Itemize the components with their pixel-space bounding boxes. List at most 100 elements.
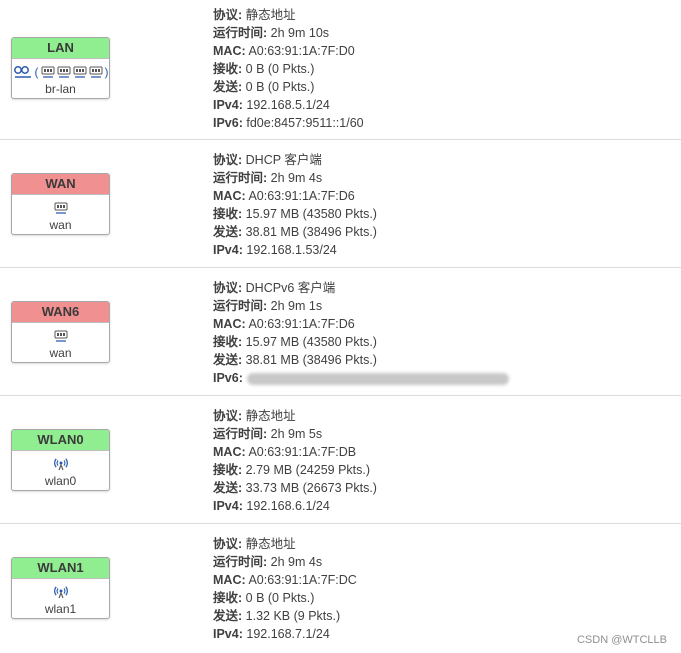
ipv4-value: 192.168.5.1/24 [246, 98, 330, 112]
rx-value: 2.79 MB (24259 Pkts.) [245, 463, 371, 477]
interface-row-lan: LAN ( ) br-lan 协议: 静态地址 运行时间: 2h 9m 10s … [0, 0, 681, 140]
device-name: wan [49, 346, 72, 360]
ipv4-label: IPv4: [213, 499, 243, 513]
device-icons [12, 198, 109, 218]
device-icons: ( ) [12, 62, 109, 82]
ethernet-icon [73, 66, 86, 78]
ipv4-label: IPv4: [213, 627, 243, 641]
tx-label: 发送: [213, 353, 243, 367]
mac-label: MAC: [213, 573, 246, 587]
ipv4-value: 192.168.7.1/24 [246, 627, 330, 641]
uptime-label: 运行时间: [213, 171, 268, 185]
mac-value: A0:63:91:1A:7F:D0 [248, 44, 355, 58]
protocol-value: 静态地址 [245, 8, 296, 22]
mac-label: MAC: [213, 44, 246, 58]
interface-badge-wlan0[interactable]: WLAN0 wlan0 [11, 429, 110, 491]
device-name: wlan1 [44, 602, 77, 616]
interface-name: WLAN0 [12, 430, 109, 451]
mac-value: A0:63:91:1A:7F:DB [248, 445, 357, 459]
ipv4-label: IPv4: [213, 98, 243, 112]
protocol-value: 静态地址 [245, 409, 296, 423]
uptime-label: 运行时间: [213, 427, 268, 441]
device-icons [12, 454, 109, 474]
mac-value: A0:63:91:1A:7F:DC [248, 573, 357, 587]
interface-row-wan6: WAN6 wan 协议: DHCPv6 客户端 运行时间: 2h 9m 1s M… [0, 268, 681, 396]
tx-value: 1.32 KB (9 Pkts.) [245, 609, 341, 623]
ipv6-label: IPv6: [213, 371, 243, 385]
rx-value: 15.97 MB (43580 Pkts.) [245, 207, 377, 221]
wifi-icon [53, 586, 68, 599]
interface-info: 协议: DHCP 客户端 运行时间: 2h 9m 4s MAC: A0:63:9… [213, 151, 377, 259]
ipv6-value: fd0e:8457:9511::1/60 [246, 116, 364, 130]
protocol-label: 协议: [213, 409, 243, 423]
interface-info: 协议: 静态地址 运行时间: 2h 9m 5s MAC: A0:63:91:1A… [213, 407, 377, 515]
interface-name: WAN [12, 174, 109, 195]
rx-label: 接收: [213, 463, 243, 477]
tx-label: 发送: [213, 481, 243, 495]
interface-row-wlan0: WLAN0 wlan0 协议: 静态地址 运行时间: 2h 9m 5s MAC:… [0, 396, 681, 524]
protocol-label: 协议: [213, 537, 243, 551]
interface-name: WLAN1 [12, 558, 109, 579]
uptime-value: 2h 9m 5s [270, 427, 323, 441]
protocol-label: 协议: [213, 281, 243, 295]
uptime-value: 2h 9m 4s [270, 555, 323, 569]
rx-label: 接收: [213, 207, 243, 221]
uptime-label: 运行时间: [213, 299, 268, 313]
tx-label: 发送: [213, 609, 243, 623]
ethernet-icon [57, 66, 70, 78]
device-name: wlan0 [44, 474, 77, 488]
ethernet-icon [41, 66, 54, 78]
tx-value: 0 B (0 Pkts.) [245, 80, 315, 94]
device-name: br-lan [45, 82, 76, 96]
interface-badge-wan[interactable]: WAN wan [11, 173, 110, 235]
rx-label: 接收: [213, 335, 243, 349]
protocol-label: 协议: [213, 153, 243, 167]
tx-value: 33.73 MB (26673 Pkts.) [245, 481, 377, 495]
ipv4-label: IPv4: [213, 243, 243, 257]
ethernet-icon [54, 330, 67, 342]
mac-label: MAC: [213, 189, 246, 203]
mac-value: A0:63:91:1A:7F:D6 [248, 317, 355, 331]
ethernet-icon [89, 66, 102, 78]
interface-name: LAN [12, 38, 109, 59]
interface-name: WAN6 [12, 302, 109, 323]
tx-value: 38.81 MB (38496 Pkts.) [245, 225, 377, 239]
rx-value: 0 B (0 Pkts.) [245, 62, 315, 76]
interface-info: 协议: 静态地址 运行时间: 2h 9m 10s MAC: A0:63:91:1… [213, 6, 364, 132]
uptime-value: 2h 9m 10s [270, 26, 330, 40]
interface-badge-wlan1[interactable]: WLAN1 wlan1 [11, 557, 110, 619]
device-icons [12, 582, 109, 602]
uptime-label: 运行时间: [213, 26, 268, 40]
watermark: CSDN @WTCLLB [576, 634, 667, 646]
interface-badge-lan[interactable]: LAN ( ) br-lan [11, 37, 110, 99]
ipv4-value: 192.168.1.53/24 [246, 243, 337, 257]
tx-value: 38.81 MB (38496 Pkts.) [245, 353, 377, 367]
tx-label: 发送: [213, 225, 243, 239]
redacted-ipv6-blur [246, 372, 509, 385]
mac-label: MAC: [213, 317, 246, 331]
device-name: wan [49, 218, 72, 232]
uptime-value: 2h 9m 4s [270, 171, 323, 185]
ipv6-label: IPv6: [213, 116, 243, 130]
tx-label: 发送: [213, 80, 243, 94]
wifi-icon [53, 458, 68, 471]
rx-value: 0 B (0 Pkts.) [245, 591, 315, 605]
interface-info: 协议: 静态地址 运行时间: 2h 9m 4s MAC: A0:63:91:1A… [213, 535, 357, 643]
interface-info: 协议: DHCPv6 客户端 运行时间: 2h 9m 1s MAC: A0:63… [213, 279, 509, 387]
mac-label: MAC: [213, 445, 246, 459]
interface-row-wan: WAN wan 协议: DHCP 客户端 运行时间: 2h 9m 4s MAC:… [0, 140, 681, 268]
interface-badge-wan6[interactable]: WAN6 wan [11, 301, 110, 363]
ethernet-icon [54, 202, 67, 214]
rx-value: 15.97 MB (43580 Pkts.) [245, 335, 377, 349]
uptime-label: 运行时间: [213, 555, 268, 569]
device-icons [12, 326, 109, 346]
uptime-value: 2h 9m 1s [270, 299, 323, 313]
bridge-icon [13, 66, 31, 78]
protocol-value: 静态地址 [245, 537, 296, 551]
mac-value: A0:63:91:1A:7F:D6 [248, 189, 355, 203]
rx-label: 接收: [213, 62, 243, 76]
ipv4-value: 192.168.6.1/24 [246, 499, 330, 513]
rx-label: 接收: [213, 591, 243, 605]
protocol-label: 协议: [213, 8, 243, 22]
protocol-value: DHCP 客户端 [245, 153, 322, 167]
